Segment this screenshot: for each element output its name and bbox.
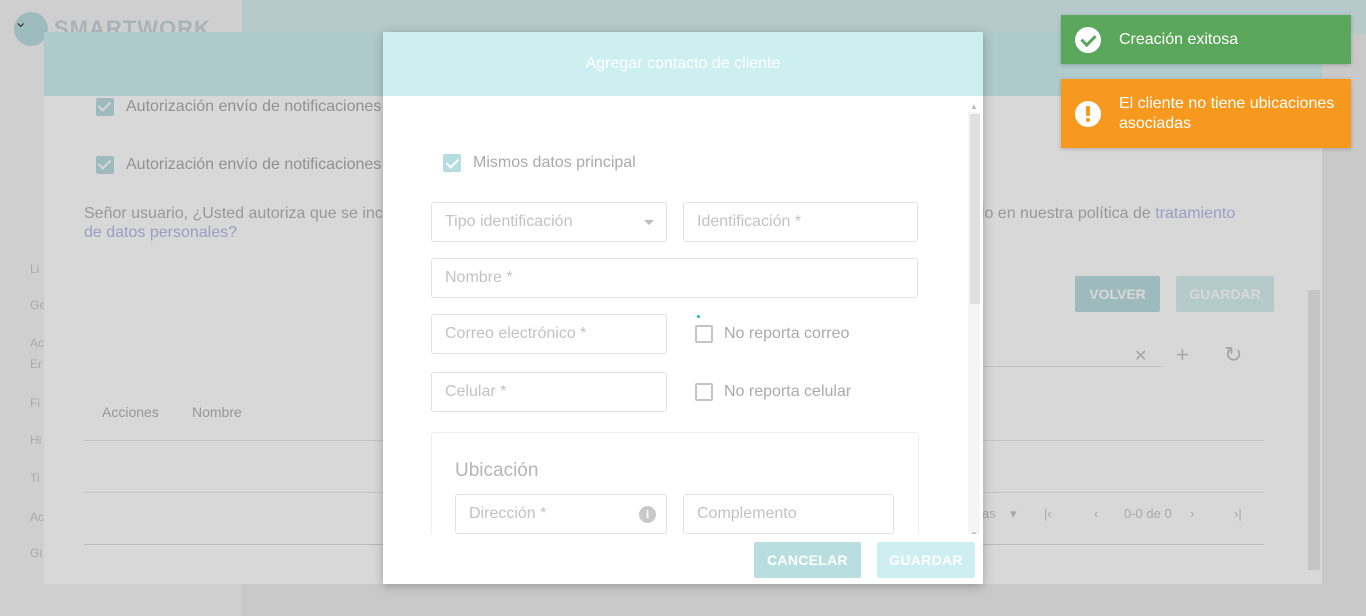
name-field[interactable]: Nombre * bbox=[431, 258, 918, 298]
scrollbar-thumb[interactable] bbox=[970, 114, 980, 304]
dialog-header: Agregar contacto de cliente bbox=[383, 32, 983, 96]
complement-placeholder: Complemento bbox=[697, 505, 797, 522]
focus-indicator-dot bbox=[697, 315, 700, 318]
complement-field[interactable]: Complemento bbox=[683, 494, 894, 534]
identification-field[interactable]: Identificación * bbox=[683, 202, 918, 242]
same-main-data-checkbox[interactable]: Mismos datos principal bbox=[443, 154, 636, 172]
location-section-title: Ubicación bbox=[455, 460, 539, 481]
no-email-checkbox[interactable]: No reporta correo bbox=[695, 325, 849, 343]
warning-toast[interactable]: El cliente no tiene ubicaciones asociada… bbox=[1061, 79, 1351, 148]
address-placeholder: Dirección * bbox=[469, 505, 547, 522]
dialog-body: Mismos datos principal Tipo identificaci… bbox=[383, 96, 983, 534]
id-type-select[interactable]: Tipo identificación bbox=[431, 202, 667, 242]
address-field[interactable]: Dirección * i bbox=[455, 494, 667, 534]
no-email-label: No reporta correo bbox=[724, 325, 850, 342]
name-placeholder: Nombre * bbox=[445, 269, 513, 286]
info-icon[interactable]: i bbox=[639, 506, 656, 523]
add-client-contact-dialog: Agregar contacto de cliente Mismos datos… bbox=[383, 32, 983, 584]
checkbox-unchecked-icon bbox=[695, 325, 713, 343]
email-field[interactable]: Correo electrónico * bbox=[431, 314, 667, 354]
save-contact-button[interactable]: GUARDAR bbox=[877, 542, 975, 578]
no-phone-label: No reporta celular bbox=[724, 383, 852, 400]
checkbox-checked-icon bbox=[443, 154, 461, 172]
check-circle-icon bbox=[1075, 26, 1101, 53]
same-main-data-label: Mismos datos principal bbox=[473, 154, 636, 171]
scroll-up-icon[interactable]: ▲ bbox=[970, 102, 978, 111]
exclamation-circle-icon bbox=[1075, 100, 1101, 127]
dialog-scrollbar[interactable]: ▲ ▼ bbox=[968, 102, 980, 539]
warning-message: El cliente no tiene ubicaciones asociada… bbox=[1119, 94, 1335, 132]
cancel-button[interactable]: CANCELAR bbox=[754, 542, 861, 578]
phone-placeholder: Celular * bbox=[445, 383, 507, 400]
dialog-footer: CANCELAR GUARDAR bbox=[383, 534, 983, 584]
no-phone-checkbox[interactable]: No reporta celular bbox=[695, 383, 851, 401]
success-toast[interactable]: Creación exitosa bbox=[1061, 15, 1351, 64]
id-type-placeholder: Tipo identificación bbox=[445, 213, 573, 230]
dialog-title: Agregar contacto de cliente bbox=[585, 55, 781, 72]
success-message: Creación exitosa bbox=[1119, 30, 1239, 48]
checkbox-unchecked-icon bbox=[695, 383, 713, 401]
email-placeholder: Correo electrónico * bbox=[445, 325, 587, 342]
dropdown-arrow-icon bbox=[644, 220, 654, 225]
identification-placeholder: Identificación * bbox=[697, 213, 802, 230]
phone-field[interactable]: Celular * bbox=[431, 372, 667, 412]
